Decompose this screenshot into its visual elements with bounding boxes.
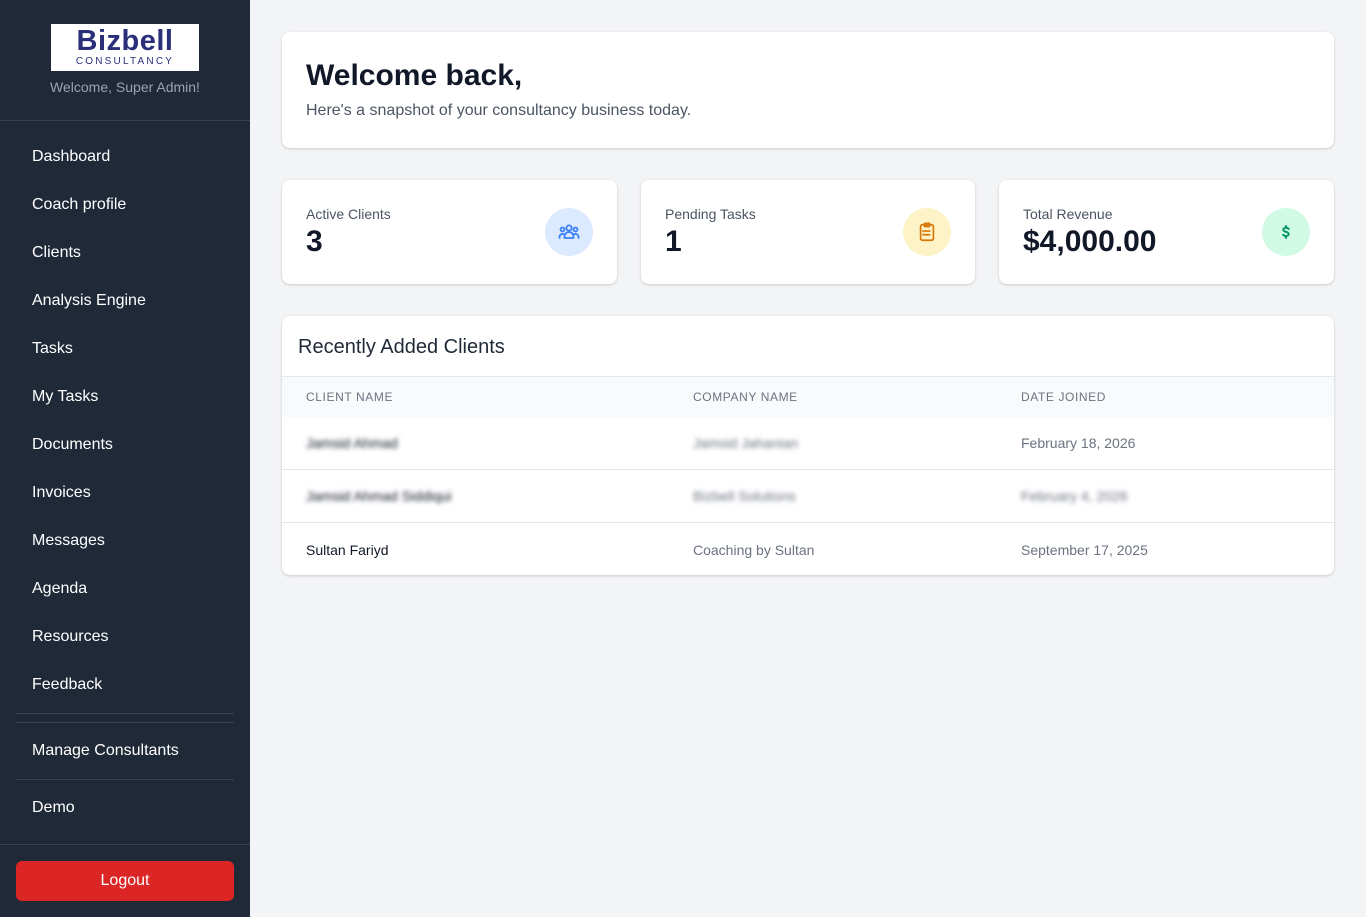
date-joined: September 17, 2025 (1021, 541, 1148, 558)
stat-card-pending-tasks: Pending Tasks 1 (641, 180, 975, 284)
company-name: Coaching by Sultan (693, 541, 815, 558)
admin-nav: Manage Consultants (16, 727, 234, 775)
client-name: Jamsid Ahmad (306, 435, 398, 451)
company-name: Bizbell Solutions (693, 488, 796, 504)
column-header-company-name: COMPANY NAME (693, 390, 798, 404)
nav-divider (16, 713, 234, 714)
sidebar-item-manage-consultants[interactable]: Manage Consultants (16, 727, 234, 775)
logo-sub-text: CONSULTANCY (75, 56, 175, 67)
dollar-icon (1262, 208, 1310, 256)
client-name: Sultan Fariyd (306, 541, 389, 558)
client-name: Jamsid Ahmad Siddiqui (306, 488, 452, 504)
nav-divider (16, 722, 234, 723)
date-joined: February 4, 2026 (1021, 488, 1128, 504)
table-header: CLIENT NAME COMPANY NAME DATE JOINED (282, 377, 1334, 417)
users-icon (545, 208, 593, 256)
sidebar: Bizbell CONSULTANCY Welcome, Super Admin… (0, 0, 250, 917)
sidebar-item-agenda[interactable]: Agenda (16, 565, 234, 613)
stat-card-active-clients: Active Clients 3 (282, 180, 617, 284)
table-row[interactable]: Jamsid Ahmad Siddiqui Bizbell Solutions … (282, 470, 1334, 523)
demo-nav: Demo (16, 784, 234, 832)
sidebar-item-coach-profile[interactable]: Coach profile (16, 181, 234, 229)
sidebar-item-demo[interactable]: Demo (16, 784, 234, 832)
table-row[interactable]: Jamsid Ahmad Jamsid Jahanian February 18… (282, 417, 1334, 470)
sidebar-item-invoices[interactable]: Invoices (16, 469, 234, 517)
sidebar-item-clients[interactable]: Clients (16, 229, 234, 277)
sidebar-item-documents[interactable]: Documents (16, 421, 234, 469)
page-title: Welcome back, (306, 59, 523, 92)
sidebar-nav: Dashboard Coach profile Clients Analysis… (16, 133, 234, 709)
welcome-text: Welcome, Super Admin! (50, 79, 200, 95)
sidebar-footer-divider (0, 844, 250, 845)
clipboard-icon (903, 208, 951, 256)
sidebar-item-messages[interactable]: Messages (16, 517, 234, 565)
bizbell-logo[interactable]: Bizbell CONSULTANCY (51, 24, 199, 71)
column-header-client-name: CLIENT NAME (306, 390, 394, 404)
nav-divider (16, 779, 234, 780)
logout-button[interactable]: Logout (16, 861, 234, 901)
recent-clients-title: Recently Added Clients (282, 316, 1334, 377)
welcome-card: Welcome back, Here's a snapshot of your … (282, 32, 1334, 148)
sidebar-item-tasks[interactable]: Tasks (16, 325, 234, 373)
company-name: Jamsid Jahanian (693, 435, 799, 451)
table-row[interactable]: Sultan Fariyd Coaching by Sultan Septemb… (282, 523, 1334, 575)
column-header-date-joined: DATE JOINED (1021, 390, 1107, 404)
logo-main-text: Bizbell (76, 25, 174, 57)
date-joined: February 18, 2026 (1021, 435, 1136, 451)
sidebar-brand: Bizbell CONSULTANCY Welcome, Super Admin… (0, 0, 250, 121)
sidebar-item-resources[interactable]: Resources (16, 613, 234, 661)
sidebar-item-feedback[interactable]: Feedback (16, 661, 234, 709)
stat-card-total-revenue: Total Revenue $4,000.00 (999, 180, 1334, 284)
page-subtitle: Here's a snapshot of your consultancy bu… (306, 102, 692, 119)
recent-clients-card: Recently Added Clients CLIENT NAME COMPA… (282, 316, 1334, 575)
sidebar-item-dashboard[interactable]: Dashboard (16, 133, 234, 181)
sidebar-item-my-tasks[interactable]: My Tasks (16, 373, 234, 421)
sidebar-item-analysis-engine[interactable]: Analysis Engine (16, 277, 234, 325)
